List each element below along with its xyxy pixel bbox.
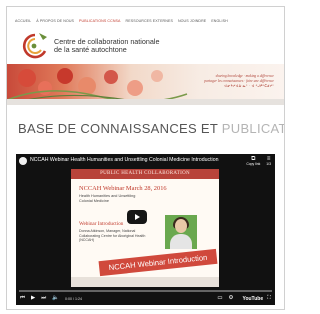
video-title[interactable]: NCCAH Webinar Health Humanities and Unse… xyxy=(30,157,218,163)
channel-avatar[interactable] xyxy=(19,157,27,165)
next-icon[interactable]: ⏭ xyxy=(41,294,46,303)
page-title-light: PUBLICATIONS xyxy=(221,121,284,136)
top-nav: ACCUEIL À PROPOS DE NOUS PUBLICATIONS CC… xyxy=(15,17,280,25)
hero-ribbon xyxy=(7,99,284,105)
copy-link-label: Copy link xyxy=(246,162,261,166)
slide-section-title: Webinar Introduction xyxy=(79,221,124,227)
slide-subtitle: Health Humanities and Unsettling Colonia… xyxy=(79,194,136,203)
org-name-line2: de la santé autochtone xyxy=(54,45,127,54)
video-controls: ⏮ ▶ ⏭ 🔈 0:00 / 1:24 ▭ ⚙ YouTube ⛶ xyxy=(20,294,271,303)
play-icon[interactable]: ▶ xyxy=(31,294,35,303)
playlist-button[interactable]: ≡ 1/3 xyxy=(266,156,271,166)
nav-item-accueil[interactable]: ACCUEIL xyxy=(15,17,31,25)
page-frame: ACCUEIL À PROPOS DE NOUS PUBLICATIONS CC… xyxy=(6,6,285,310)
nccah-logo[interactable] xyxy=(17,31,52,61)
settings-icon[interactable]: ⚙ xyxy=(229,294,234,303)
volume-icon[interactable]: 🔈 xyxy=(52,294,59,303)
fullscreen-icon[interactable]: ⛶ xyxy=(267,294,271,303)
slide-title: NCCAH Webinar March 28, 2016 xyxy=(79,185,167,192)
slide-footer xyxy=(71,277,219,287)
nav-item-a-propos[interactable]: À PROPOS DE NOUS xyxy=(36,17,74,25)
org-name: Centre de collaboration nationale de la … xyxy=(54,38,160,54)
previous-icon[interactable]: ⏮ xyxy=(20,294,25,303)
page-title: BASE DE CONNAISSANCES ET PUBLICATIONS xyxy=(18,121,284,136)
slide-speaker: Donna Atkinson, Manager, National Collab… xyxy=(79,229,146,243)
slide-banner: NCCAH Webinar Introduction xyxy=(98,248,218,277)
speaker-face xyxy=(175,219,187,233)
hero-banner: sharing knowledge · making a difference … xyxy=(7,64,284,105)
tagline-syllabics: ᐊᓂᔮᓯᐊᐃᐧᓇᐤ · ᐊᐧᐦᒍᑭᐦᑖᑯᓯᐤ xyxy=(224,84,274,88)
video-player[interactable]: NCCAH Webinar Health Humanities and Unse… xyxy=(16,154,275,305)
youtube-logo[interactable]: YouTube xyxy=(242,296,263,302)
nav-item-nous-joindre[interactable]: NOUS JOINDRE xyxy=(178,17,206,25)
copy-link-button[interactable]: ⧉ Copy link xyxy=(246,156,260,166)
page-title-main: BASE DE CONNAISSANCES ET xyxy=(18,121,218,136)
video-thumbnail-slide[interactable]: PUBLIC HEALTH COLLABORATION NCCAH Webina… xyxy=(71,169,219,287)
nav-item-ressources[interactable]: RESSOURCES EXTERNES xyxy=(126,17,173,25)
progress-bar[interactable] xyxy=(19,290,272,292)
play-button[interactable] xyxy=(127,210,147,224)
nav-item-english[interactable]: ENGLISH xyxy=(211,17,227,25)
speaker-photo xyxy=(165,215,197,249)
hero-tagline: sharing knowledge · making a difference … xyxy=(164,74,274,89)
speaker-body xyxy=(170,234,192,249)
slide-header-text: PUBLIC HEALTH COLLABORATION xyxy=(100,171,190,176)
nav-item-publications[interactable]: PUBLICATIONS CCNSA xyxy=(79,17,120,25)
captions-icon[interactable]: ▭ xyxy=(217,294,222,303)
video-top-actions: ⧉ Copy link ≡ 1/3 xyxy=(246,156,271,166)
time-display: 0:00 / 1:24 xyxy=(65,296,82,301)
playlist-count: 1/3 xyxy=(266,162,271,166)
